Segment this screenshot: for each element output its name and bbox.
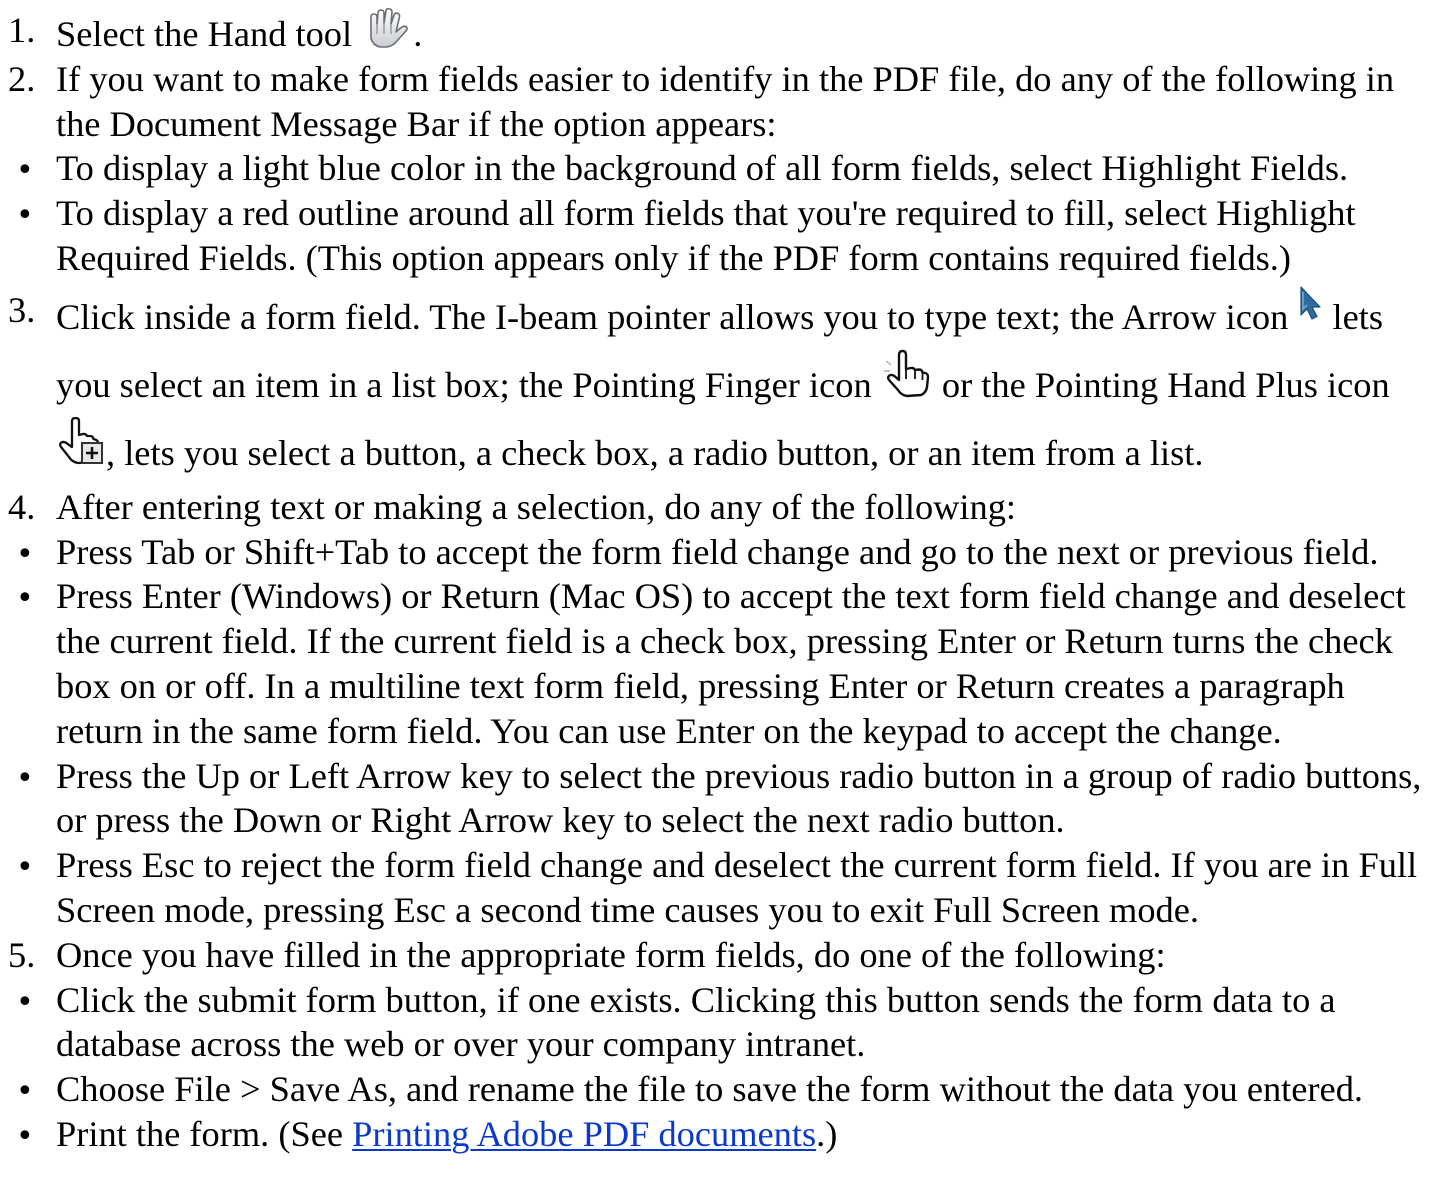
bullet-text: Click the submit form button, if one exi… xyxy=(56,979,1336,1065)
step-number: 2. xyxy=(8,58,36,99)
step-text: After entering text or making a selectio… xyxy=(56,486,1017,527)
bullet-text: Press Tab or Shift+Tab to accept the for… xyxy=(56,531,1379,572)
bullet-item: • Press Esc to reject the form field cha… xyxy=(0,843,1434,933)
bullet-text: To display a red outline around all form… xyxy=(56,193,1356,278)
step-1: 1. Select the Hand tool . xyxy=(0,8,1434,57)
pointing-finger-icon xyxy=(881,349,933,399)
step-text: Select the Hand tool xyxy=(56,14,353,54)
bullet-glyph: • xyxy=(16,984,34,1020)
step-text: , lets you select a button, a check box,… xyxy=(106,432,1204,473)
step-text-end: . xyxy=(413,14,423,54)
bullet-glyph: • xyxy=(16,536,34,572)
bullet-glyph: • xyxy=(16,850,34,886)
step-text: Once you have filled in the appropriate … xyxy=(56,934,1166,975)
bullet-item: • To display a red outline around all fo… xyxy=(0,191,1434,281)
step-2: 2. If you want to make form fields easie… xyxy=(0,57,1434,147)
step-text: Click inside a form field. The I-beam po… xyxy=(56,296,1289,337)
step-number: 1. xyxy=(8,10,36,50)
bullet-glyph: • xyxy=(16,760,34,796)
step-text: or the Pointing Hand Plus icon xyxy=(941,364,1390,405)
bullet-text: Print the form. (See xyxy=(56,1113,353,1154)
bullet-text: Press Enter (Windows) or Return (Mac OS)… xyxy=(56,576,1406,751)
step-4: 4. After entering text or making a selec… xyxy=(0,485,1434,530)
bullet-text: To display a light blue color in the bac… xyxy=(56,148,1349,189)
bullet-text: Choose File > Save As, and rename the fi… xyxy=(56,1069,1363,1110)
bullet-glyph: • xyxy=(16,1074,34,1110)
bullet-item: • Choose File > Save As, and rename the … xyxy=(0,1067,1434,1112)
pointing-hand-plus-icon xyxy=(56,416,106,469)
step-5: 5. Once you have filled in the appropria… xyxy=(0,933,1434,978)
bullet-glyph: • xyxy=(16,581,34,617)
step-number: 4. xyxy=(8,486,36,527)
hand-tool-icon xyxy=(361,8,413,52)
step-text: If you want to make form fields easier t… xyxy=(56,58,1395,144)
bullet-item: • To display a light blue color in the b… xyxy=(0,146,1434,191)
bullet-glyph: • xyxy=(16,1118,34,1154)
bullet-text: Press the Up or Left Arrow key to select… xyxy=(56,755,1422,841)
bullet-item: • Press the Up or Left Arrow key to sele… xyxy=(0,754,1434,844)
arrow-pointer-icon xyxy=(1297,285,1323,323)
step-3: 3. Click inside a form field. The I-beam… xyxy=(0,285,1434,485)
bullet-item: • Press Tab or Shift+Tab to accept the f… xyxy=(0,530,1434,575)
instructions: 1. Select the Hand tool . 2. If you want… xyxy=(0,8,1434,1157)
bullet-item: • Print the form. (See Printing Adobe PD… xyxy=(0,1112,1434,1157)
bullet-item: • Press Enter (Windows) or Return (Mac O… xyxy=(0,574,1434,753)
bullet-text: Press Esc to reject the form field chang… xyxy=(56,845,1418,930)
bullet-item: • Click the submit form button, if one e… xyxy=(0,978,1434,1068)
printing-pdf-link[interactable]: Printing Adobe PDF documents xyxy=(352,1114,816,1154)
bullet-glyph: • xyxy=(16,198,34,234)
bullet-text-end: .) xyxy=(816,1113,838,1154)
step-number: 3. xyxy=(8,289,36,330)
bullet-glyph: • xyxy=(16,153,34,189)
step-number: 5. xyxy=(8,934,36,975)
